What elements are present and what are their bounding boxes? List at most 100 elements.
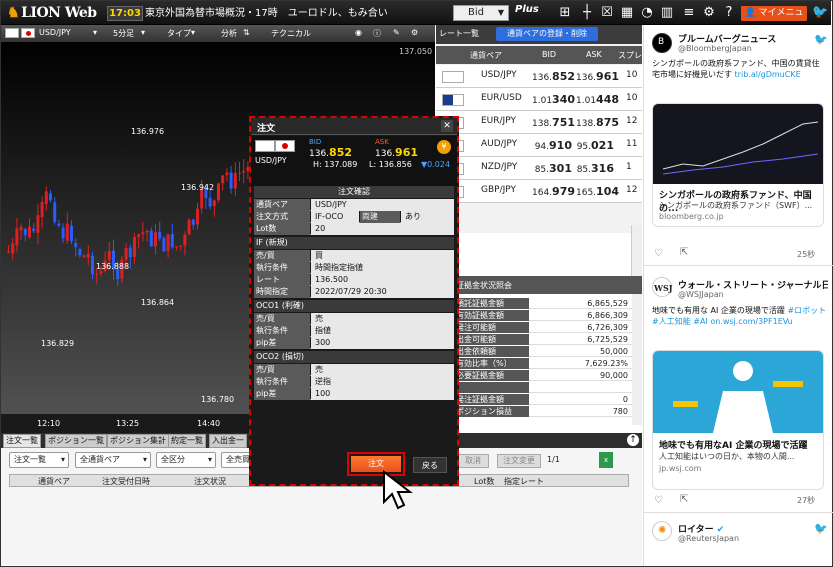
bid-price[interactable]: 136.852 — [309, 146, 352, 159]
register-pair-button[interactable]: 通貨ペアの登録・削除 — [496, 27, 598, 41]
sort-icon[interactable]: ⇅ — [243, 28, 250, 37]
plus-logo[interactable]: Plus — [515, 4, 539, 15]
chart-type-button[interactable]: タイプ — [167, 28, 191, 39]
twitter-icon[interactable]: 🐦 — [812, 5, 828, 21]
ask-price[interactable]: 136.961 — [375, 146, 418, 159]
time-label: 14:40 — [197, 419, 220, 428]
cancel-order-button[interactable]: 取消 — [457, 454, 489, 468]
price-label: 136.829 — [41, 339, 74, 348]
share-icon[interactable]: ⇱ — [680, 494, 688, 505]
like-icon[interactable]: ♡ — [654, 495, 663, 506]
share-icon[interactable]: ⇱ — [680, 247, 688, 258]
chevron-down-icon[interactable]: ▾ — [93, 28, 97, 37]
bid-int: 85. — [534, 165, 550, 175]
rate-bid[interactable]: 138.751 — [532, 116, 575, 129]
wsj-avatar[interactable]: WSJ — [652, 277, 673, 297]
rate-ask[interactable]: 165.104 — [576, 185, 619, 198]
candle-body — [40, 201, 44, 218]
rate-row[interactable]: EUR/JPY 138.751 138.875 12 — [436, 111, 642, 134]
tab-position-summary[interactable]: ポジション集計 — [107, 434, 169, 448]
confirm-key: 売/買 — [254, 250, 310, 262]
chart-period-select[interactable]: 5分足 — [113, 28, 134, 39]
like-icon[interactable]: ♡ — [654, 248, 663, 259]
rate-row[interactable]: GBP/JPY 164.979 165.104 12 — [436, 180, 642, 203]
candle-body — [15, 228, 19, 246]
price-type-select[interactable]: Bid ▼ — [453, 5, 509, 21]
rate-row[interactable]: AUD/JPY 94.910 95.021 11 — [436, 134, 642, 157]
rate-bid[interactable]: 164.979 — [532, 185, 575, 198]
rate-row[interactable]: NZD/JPY 85.301 85.316 1 — [436, 157, 642, 180]
rate-scrollbar[interactable] — [631, 225, 642, 425]
chart-pair-select[interactable]: USD/JPY — [39, 28, 71, 37]
rate-bid[interactable]: 85.301 — [532, 162, 572, 175]
bloomberg-avatar[interactable]: B — [652, 33, 672, 53]
rate-ask[interactable]: 85.316 — [576, 162, 614, 175]
my-menu-button[interactable]: 👤 マイメニュー — [741, 6, 807, 33]
order-type-select[interactable]: 注文一覧 ▾ — [9, 452, 69, 468]
confirm-key: 売/買 — [254, 313, 310, 325]
margin-value: 6,726,309 — [587, 323, 628, 332]
chart-analysis-button[interactable]: 分析 — [221, 28, 237, 39]
close-icon[interactable]: ✕ — [441, 120, 453, 132]
twitter-bird-icon[interactable]: 🐦 — [814, 522, 828, 535]
tab-rate-list[interactable]: レート一覧 — [439, 28, 479, 39]
category-select[interactable]: 全区分 ▾ — [156, 452, 216, 468]
news-ticker[interactable]: 東京外国為替市場概況・17時 ユーロドル、もみ合い — [145, 6, 445, 21]
margin-row: 出金可能額 6,725,529 — [436, 334, 632, 345]
palette-icon[interactable]: ◉ — [355, 28, 362, 37]
tools-icon[interactable]: ☒ — [599, 5, 615, 21]
lionweb-logo[interactable]: ♞ LION Web — [7, 5, 97, 21]
pen-icon[interactable]: ✎ — [393, 28, 400, 37]
rate-row[interactable]: USD/JPY 136.852 136.961 10 — [436, 65, 642, 88]
rate-ask[interactable]: 136.961 — [576, 70, 619, 83]
tweet-card[interactable]: シンガポールの政府系ファンド、中国の... シンガポールの政府系ファンド（SWF… — [652, 103, 824, 227]
tweet-time[interactable]: 27秒 — [797, 495, 815, 506]
chevron-down-icon[interactable]: ▾ — [141, 28, 145, 37]
chart-icon[interactable]: ┼ — [579, 5, 595, 21]
confirm-row: 売/買売 — [254, 313, 454, 325]
tweet-handle[interactable]: @ReutersJapan — [678, 534, 739, 543]
change-order-button[interactable]: 注文変更 — [497, 454, 541, 468]
col-status: 注文状況 — [194, 477, 226, 486]
candle-body — [183, 234, 187, 246]
rate-bid[interactable]: 94.910 — [532, 139, 572, 152]
pair-filter-select[interactable]: 全通貨ペア ▾ — [75, 452, 151, 468]
bar-chart-icon[interactable]: ▥ — [659, 5, 675, 21]
tab-deposit-list[interactable]: 入出金一 — [209, 434, 247, 448]
csv-export-icon[interactable]: x — [599, 452, 613, 468]
rate-ask[interactable]: 1.01448 — [576, 93, 619, 106]
tab-position-list[interactable]: ポジション一覧 — [45, 434, 107, 448]
rate-row[interactable]: EUR/USD 1.01340 1.01448 10 — [436, 88, 642, 111]
rate-bid[interactable]: 1.01340 — [532, 93, 575, 106]
help-icon[interactable]: ? — [721, 5, 737, 21]
calendar-icon[interactable]: ▦ — [619, 5, 635, 21]
reuters-avatar[interactable]: ✺ — [652, 521, 672, 541]
rate-bid[interactable]: 136.852 — [532, 70, 575, 83]
tweet-handle[interactable]: @WSJJapan — [678, 290, 724, 299]
settings-icon[interactable]: ⚙ — [411, 28, 418, 37]
yen-icon[interactable]: ¥ — [437, 140, 451, 154]
tweet-card[interactable]: 地味でも有用なAI 企業の現場で活躍 人工知能はいつの日か、本物の人間... j… — [652, 350, 824, 490]
tweet-handle[interactable]: @BloombergJapan — [678, 44, 752, 53]
rate-ask[interactable]: 138.875 — [576, 116, 619, 129]
rate-ask[interactable]: 95.021 — [576, 139, 614, 152]
news-list-icon[interactable]: ⊞ — [557, 5, 573, 21]
tab-execution-list[interactable]: 約定一覧 — [168, 434, 206, 448]
twitter-bird-icon[interactable]: 🐦 — [814, 33, 828, 46]
pie-chart-icon[interactable]: ◔ — [639, 5, 655, 21]
info-icon[interactable]: ⓘ — [373, 28, 381, 39]
settings-icon[interactable]: ⚙ — [701, 5, 717, 21]
ranking-icon[interactable]: ≡ — [681, 5, 697, 21]
collapse-icon[interactable]: ↑ — [627, 434, 639, 446]
chart-technical-button[interactable]: テクニカル — [271, 28, 311, 39]
chevron-down-icon[interactable]: ▾ — [191, 28, 195, 37]
tweet-time[interactable]: 25秒 — [797, 249, 815, 260]
confirm-key: 注文方式 — [254, 211, 310, 223]
side-select[interactable]: 全売買 — [221, 452, 251, 468]
chevron-down-icon: ▼ — [497, 8, 504, 17]
candle-body — [107, 250, 111, 261]
tweet-text: シンガポールの政府系ファンド、中国の賃貸住宅市場に好機見いだす trib.al/… — [652, 58, 824, 80]
time-label: 12:10 — [37, 419, 60, 428]
tab-order-list[interactable]: 注文一覧 — [3, 434, 41, 448]
tweet-link[interactable]: trib.al/gDmuCKE — [735, 70, 801, 79]
